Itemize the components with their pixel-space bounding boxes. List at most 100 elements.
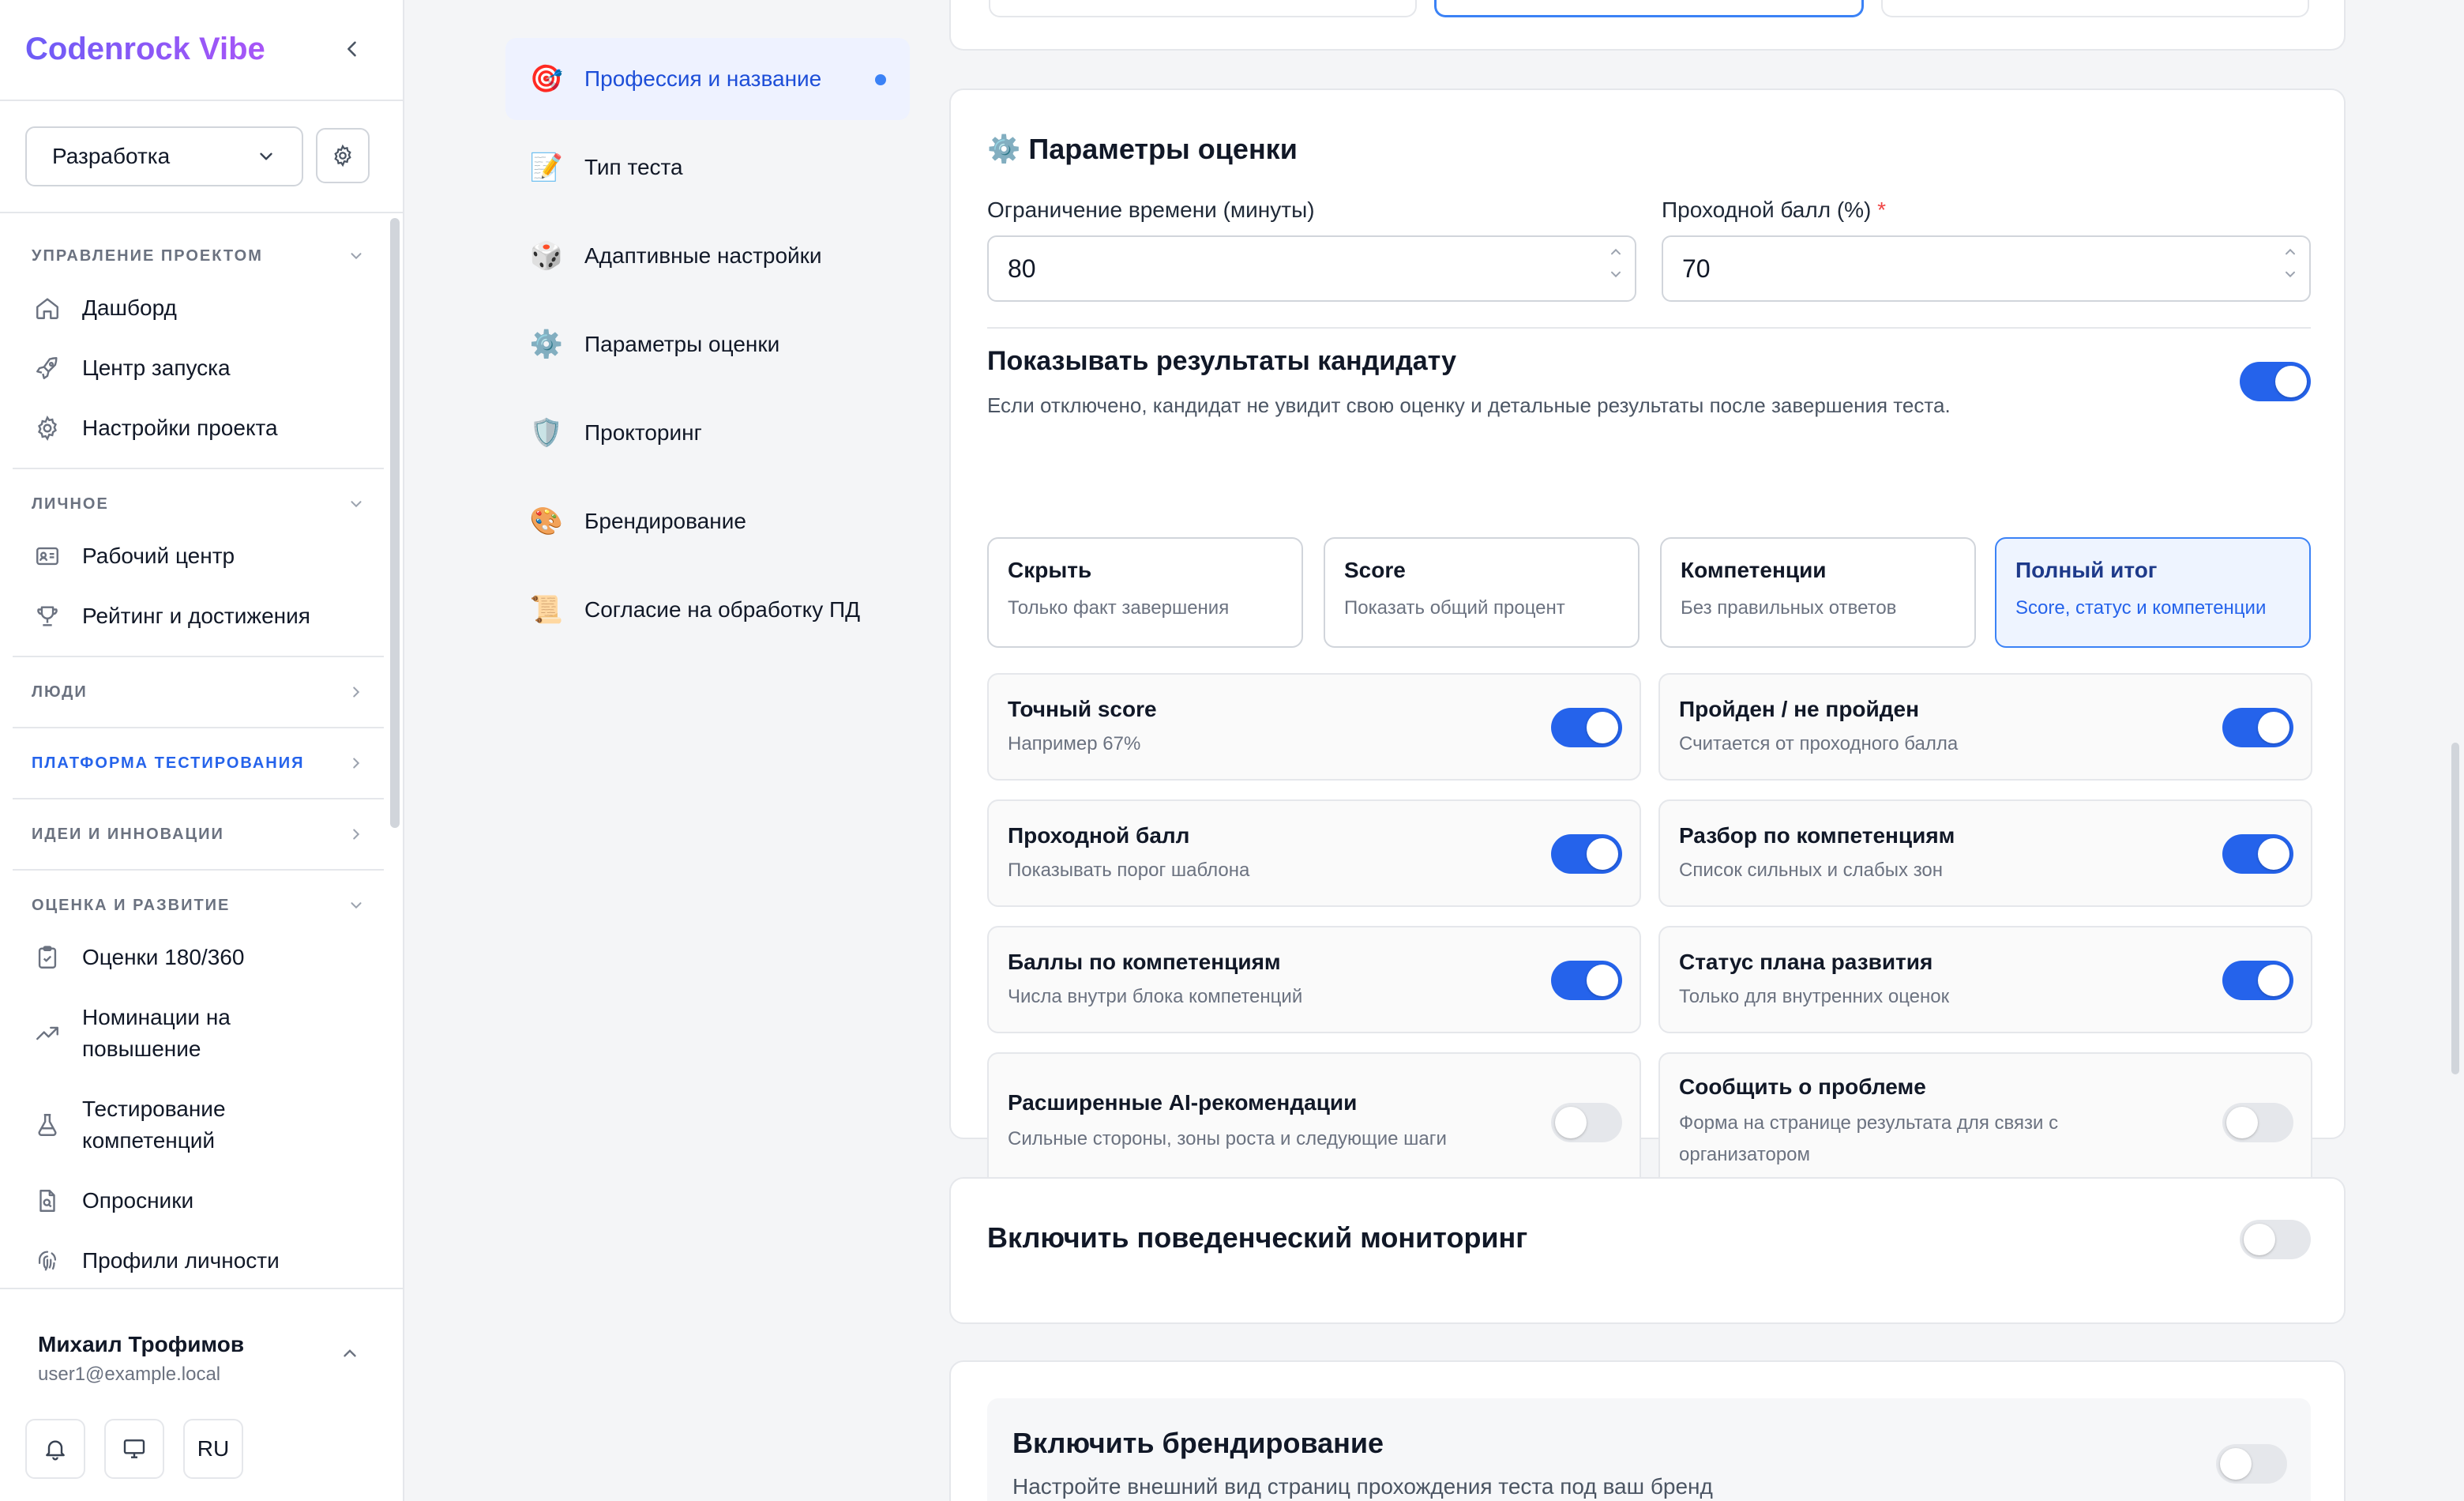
- display-mode-button[interactable]: [104, 1419, 164, 1479]
- palette-icon: 🎨: [529, 506, 564, 536]
- project-select[interactable]: Разработка: [25, 126, 303, 186]
- fingerprint-icon: [32, 1245, 63, 1277]
- divider: [987, 327, 2311, 329]
- exact-score-toggle[interactable]: [1551, 708, 1622, 747]
- pass-score-toggle[interactable]: [1551, 834, 1622, 874]
- setting-title: Пройден / не пройден: [1679, 697, 1919, 721]
- toggle-knob: [2258, 838, 2289, 870]
- sidebar-item-label: Оценки 180/360: [82, 945, 245, 969]
- setting-title: Сообщить о проблеме: [1679, 1074, 1926, 1099]
- shield-icon: 🛡️: [529, 418, 564, 448]
- sidebar-item-workspace[interactable]: Рабочий центр: [13, 526, 384, 586]
- visibility-option-competencies[interactable]: Компетенции Без правильных ответов: [1660, 537, 1976, 648]
- toggle-knob: [1587, 965, 1618, 996]
- notifications-button[interactable]: [25, 1419, 85, 1479]
- pass-score-input[interactable]: 70: [1662, 235, 2311, 302]
- section-ideas[interactable]: ИДЕИ И ИННОВАЦИИ: [13, 815, 384, 853]
- section-project-management[interactable]: УПРАВЛЕНИЕ ПРОЕКТОМ: [13, 237, 384, 275]
- competency-breakdown-toggle[interactable]: [2222, 834, 2293, 874]
- step-label: Согласие на обработку ПД: [584, 597, 861, 622]
- step-branding[interactable]: 🎨 Брендирование: [505, 480, 910, 562]
- step-assessment-params[interactable]: ⚙️ Параметры оценки: [505, 303, 910, 386]
- setting-title: Разбор по компетенциям: [1679, 823, 1955, 848]
- collapse-sidebar-button[interactable]: [335, 30, 370, 68]
- toggle-knob: [2220, 1448, 2252, 1480]
- sidebar-item-label: Центр запуска: [82, 356, 231, 380]
- divider: [13, 798, 384, 799]
- setting-title: Баллы по компетенциям: [1008, 950, 1281, 974]
- setting-subtitle: Список сильных и слабых зон: [1679, 860, 1944, 881]
- step-proctoring[interactable]: 🛡️ Прокторинг: [505, 392, 910, 474]
- ai-recommendations-toggle[interactable]: [1551, 1103, 1622, 1142]
- page-scrollbar[interactable]: [2451, 743, 2459, 1074]
- sidebar-item-dashboard[interactable]: Дашборд: [13, 278, 384, 338]
- section-title: УПРАВЛЕНИЕ ПРОЕКТОМ: [32, 246, 263, 265]
- development-plan-toggle[interactable]: [2222, 961, 2293, 1000]
- option-card[interactable]: [989, 0, 1417, 17]
- option-card[interactable]: [1881, 0, 2309, 17]
- time-limit-stepper[interactable]: [1608, 245, 1624, 281]
- monitor-icon: [123, 1439, 145, 1458]
- setting-pass-fail: Пройден / не пройден Считается от проход…: [1658, 673, 2312, 781]
- setting-subtitle: Показывать порог шаблона: [1008, 860, 1250, 881]
- section-evaluation[interactable]: ОЦЕНКА И РАЗВИТИЕ: [13, 886, 384, 924]
- toggle-knob: [1555, 1107, 1587, 1138]
- project-settings-button[interactable]: [316, 128, 370, 183]
- divider: [13, 656, 384, 657]
- show-results-toggle[interactable]: [2240, 362, 2311, 401]
- pass-fail-toggle[interactable]: [2222, 708, 2293, 747]
- chevron-down-icon: [351, 902, 362, 909]
- chevron-up-icon[interactable]: [1608, 245, 1624, 258]
- chevron-down-icon[interactable]: [2282, 269, 2298, 281]
- divider: [0, 100, 403, 101]
- visibility-option-score[interactable]: Score Показать общий процент: [1324, 537, 1640, 648]
- user-profile[interactable]: Михаил Трофимов user1@example.local: [38, 1332, 370, 1386]
- language-button[interactable]: RU: [183, 1419, 243, 1479]
- time-limit-input[interactable]: 80: [987, 235, 1636, 302]
- monitoring-toggle[interactable]: [2240, 1220, 2311, 1259]
- sidebar-item-project-settings[interactable]: Настройки проекта: [13, 398, 384, 458]
- sidebar-item-reviews[interactable]: Оценки 180/360: [13, 927, 384, 988]
- visibility-option-hide[interactable]: Скрыть Только факт завершения: [987, 537, 1303, 648]
- divider: [0, 1288, 403, 1289]
- toggle-knob: [2275, 366, 2307, 397]
- step-consent[interactable]: 📜 Согласие на обработку ПД: [505, 569, 910, 651]
- step-label: Тип теста: [584, 155, 683, 179]
- sidebar-item-rating[interactable]: Рейтинг и достижения: [13, 586, 384, 646]
- setting-subtitle: Сильные стороны, зоны роста и следующие …: [1008, 1128, 1447, 1149]
- section-testing-platform[interactable]: ПЛАТФОРМА ТЕСТИРОВАНИЯ: [13, 744, 384, 782]
- user-menu-toggle[interactable]: [340, 1343, 360, 1367]
- report-problem-toggle[interactable]: [2222, 1103, 2293, 1142]
- sidebar: Codenrock Vibe Разработка УПРАВЛЕНИЕ ПРО…: [0, 0, 404, 1501]
- setting-exact-score: Точный score Например 67%: [987, 673, 1641, 781]
- section-people[interactable]: ЛЮДИ: [13, 673, 384, 711]
- sidebar-item-competency-testing[interactable]: Тестирование компетенций: [13, 1079, 384, 1171]
- option-subtitle: Показать общий процент: [1344, 597, 1565, 619]
- step-adaptive[interactable]: 🎲 Адаптивные настройки: [505, 215, 910, 297]
- card-title: ⚙️ Параметры оценки: [987, 133, 1298, 166]
- clipboard-check-icon: [32, 942, 63, 973]
- section-title: ЛЮДИ: [32, 683, 88, 701]
- pass-score-stepper[interactable]: [2282, 245, 2298, 281]
- section-title: ПЛАТФОРМА ТЕСТИРОВАНИЯ: [32, 754, 305, 772]
- setting-subtitle: Только для внутренних оценок: [1679, 986, 1950, 1007]
- chevron-up-icon[interactable]: [2282, 245, 2298, 258]
- divider: [0, 212, 403, 213]
- chevron-down-icon[interactable]: [1608, 269, 1624, 281]
- brand-logo[interactable]: Codenrock Vibe: [25, 32, 265, 67]
- sidebar-item-surveys[interactable]: Опросники: [13, 1171, 384, 1231]
- step-test-type[interactable]: 📝 Тип теста: [505, 126, 910, 209]
- section-personal[interactable]: ЛИЧНОЕ: [13, 485, 384, 523]
- step-profession[interactable]: 🎯 Профессия и название: [505, 38, 910, 120]
- sidebar-item-launch-center[interactable]: Центр запуска: [13, 338, 384, 398]
- sidebar-item-personality-profiles[interactable]: Профили личности: [13, 1231, 384, 1288]
- visibility-option-full[interactable]: Полный итог Score, статус и компетенции: [1995, 537, 2311, 648]
- branding-toggle[interactable]: [2216, 1444, 2287, 1484]
- option-title: Полный итог: [2015, 558, 2158, 582]
- sidebar-scrollbar[interactable]: [390, 218, 400, 828]
- competency-scores-toggle[interactable]: [1551, 961, 1622, 1000]
- sidebar-item-promotions[interactable]: Номинации на повышение: [13, 988, 384, 1079]
- sidebar-item-label: Рейтинг и достижения: [82, 604, 310, 628]
- trending-up-icon: [32, 1018, 63, 1049]
- option-card-selected[interactable]: [1434, 0, 1864, 17]
